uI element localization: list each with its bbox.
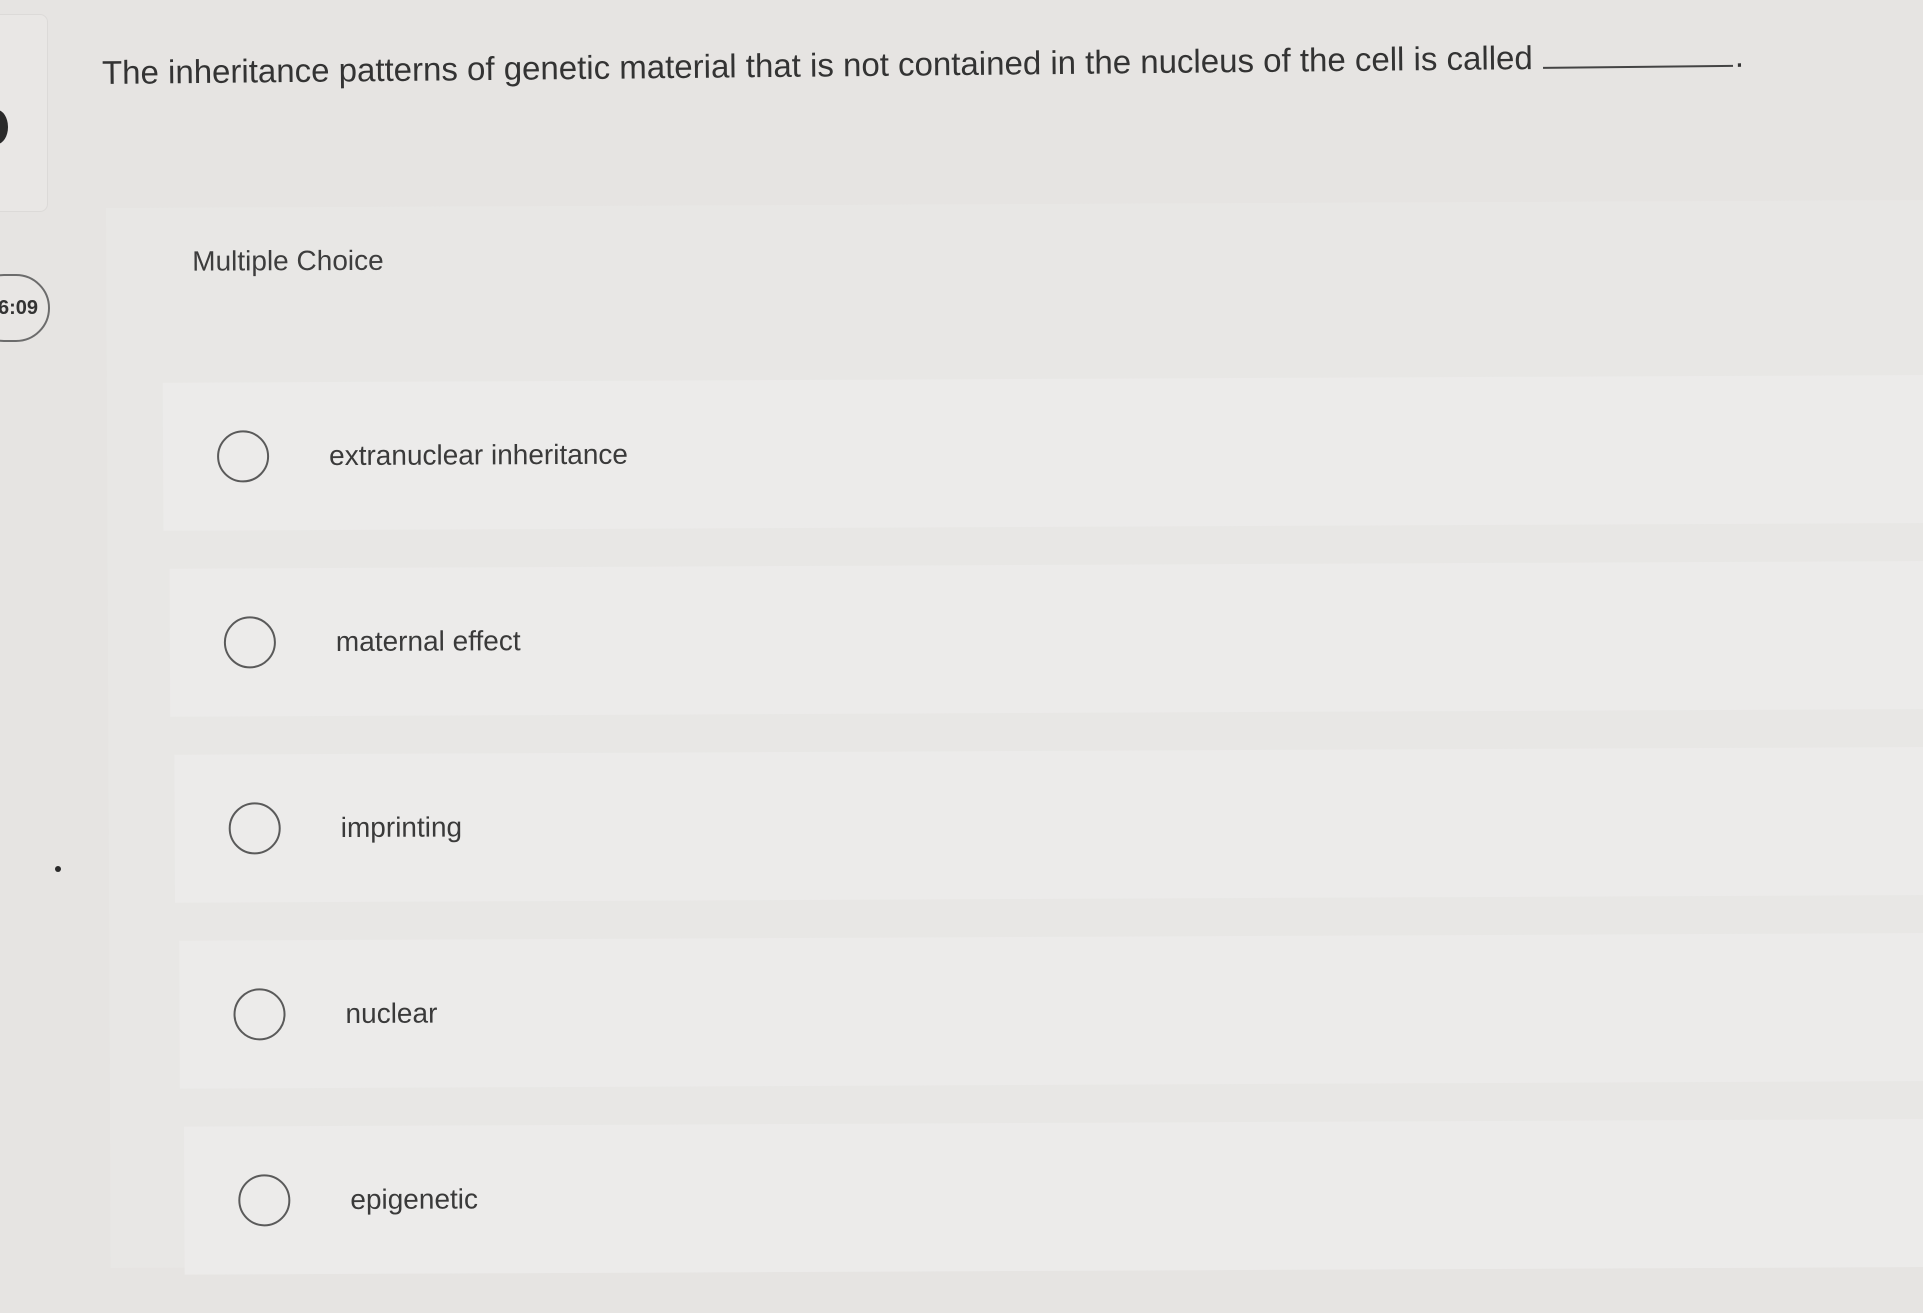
answer-options-list: extranuclear inheritance maternal effect… [162,374,1923,1313]
answer-option[interactable]: imprinting [174,746,1923,903]
radio-button[interactable] [238,1174,291,1227]
timer-text: 6:09 [0,296,38,319]
answer-option-label: epigenetic [350,1183,479,1215]
question-type-label: Multiple Choice [192,244,384,277]
answer-option-label: imprinting [340,811,463,843]
answer-option-label: extranuclear inheritance [329,438,628,472]
answer-option[interactable]: epigenetic [184,1118,1923,1275]
answer-option-label: maternal effect [335,625,521,658]
question-period: . [1734,36,1745,74]
answer-option[interactable]: extranuclear inheritance [162,374,1923,531]
answer-panel: Multiple Choice extranuclear inheritance… [106,199,1923,1275]
decorative-dot [55,866,61,872]
question-prompt: The inheritance patterns of genetic mate… [102,31,1902,96]
radio-button[interactable] [228,802,281,855]
answer-option[interactable]: maternal effect [169,560,1923,717]
left-rail-card [0,14,48,212]
question-text: The inheritance patterns of genetic mate… [101,39,1533,91]
radio-button[interactable] [216,430,270,483]
timer-badge: 6:09 [0,274,50,342]
radio-button[interactable] [233,988,286,1041]
fill-in-blank [1542,63,1733,69]
answer-option-label: nuclear [345,997,438,1029]
radio-button[interactable] [223,616,277,669]
answer-option[interactable]: nuclear [179,932,1923,1089]
